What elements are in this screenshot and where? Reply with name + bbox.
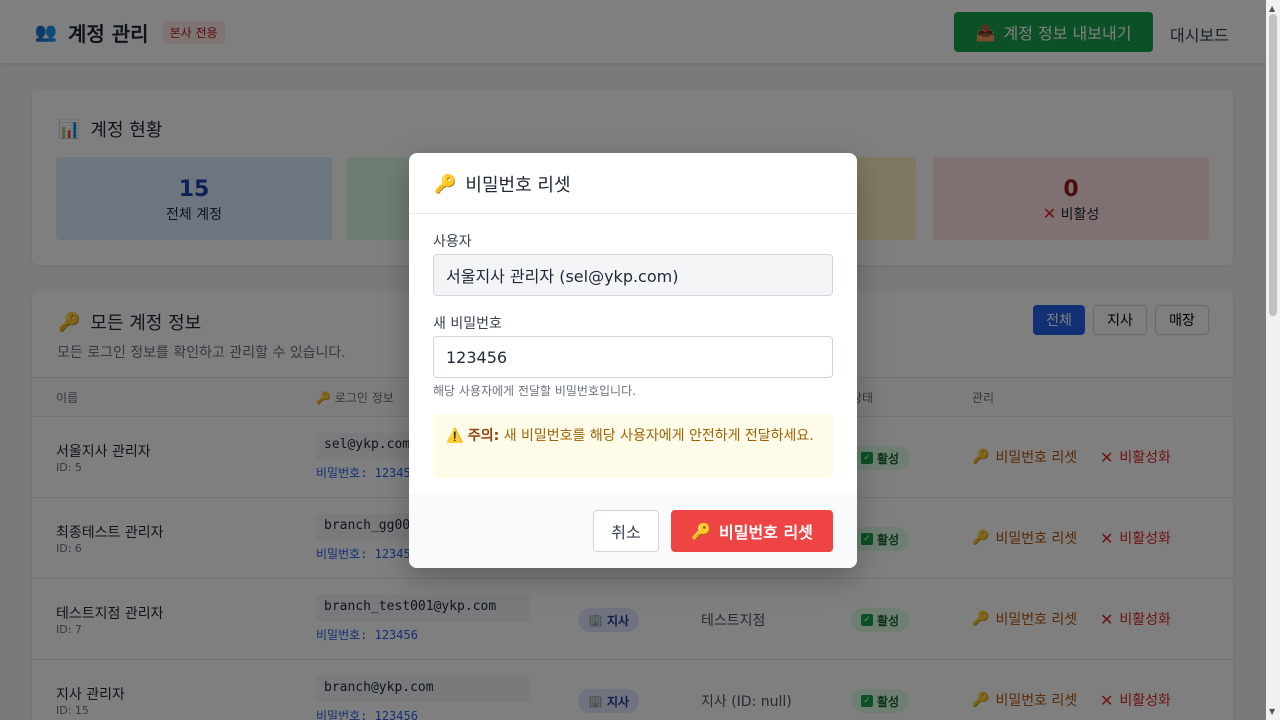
password-hint: 해당 사용자에게 전달할 비밀번호입니다. bbox=[433, 384, 636, 398]
warning-prefix: 주의: bbox=[467, 428, 500, 444]
modal-title-text: 비밀번호 리셋 bbox=[465, 175, 571, 196]
confirm-reset-label: 비밀번호 리셋 bbox=[719, 523, 813, 542]
key-icon: 🔑 bbox=[691, 521, 712, 541]
warning-icon: ⚠️ bbox=[446, 428, 464, 444]
reset-password-modal: 🔑 비밀번호 리셋 사용자 서울지사 관리자 (sel@ykp.com) 새 비… bbox=[409, 153, 857, 568]
user-field[interactable]: 서울지사 관리자 (sel@ykp.com) bbox=[433, 254, 833, 296]
cancel-button[interactable]: 취소 bbox=[593, 510, 659, 552]
confirm-reset-button[interactable]: 🔑 비밀번호 리셋 bbox=[671, 510, 833, 552]
scroll-up-icon[interactable]: ▲ bbox=[1269, 4, 1275, 13]
new-password-input[interactable]: 123456 bbox=[433, 336, 833, 378]
warning-box: ⚠️ 주의: 새 비밀번호를 해당 사용자에게 안전하게 전달하세요. bbox=[433, 414, 833, 478]
modal-title: 🔑 비밀번호 리셋 bbox=[434, 171, 571, 197]
modal-header: 🔑 비밀번호 리셋 bbox=[409, 153, 857, 214]
user-label: 사용자 bbox=[433, 234, 472, 250]
warning-text: 새 비밀번호를 해당 사용자에게 안전하게 전달하세요. bbox=[503, 428, 814, 444]
key-icon: 🔑 bbox=[434, 173, 457, 195]
scroll-down-icon[interactable]: ▼ bbox=[1269, 707, 1275, 716]
modal-footer: 취소 🔑 비밀번호 리셋 bbox=[409, 494, 857, 568]
scrollbar-thumb[interactable] bbox=[1269, 14, 1277, 316]
page-scrollbar[interactable]: ▲ ▼ bbox=[1266, 0, 1280, 720]
new-password-label: 새 비밀번호 bbox=[433, 316, 502, 332]
